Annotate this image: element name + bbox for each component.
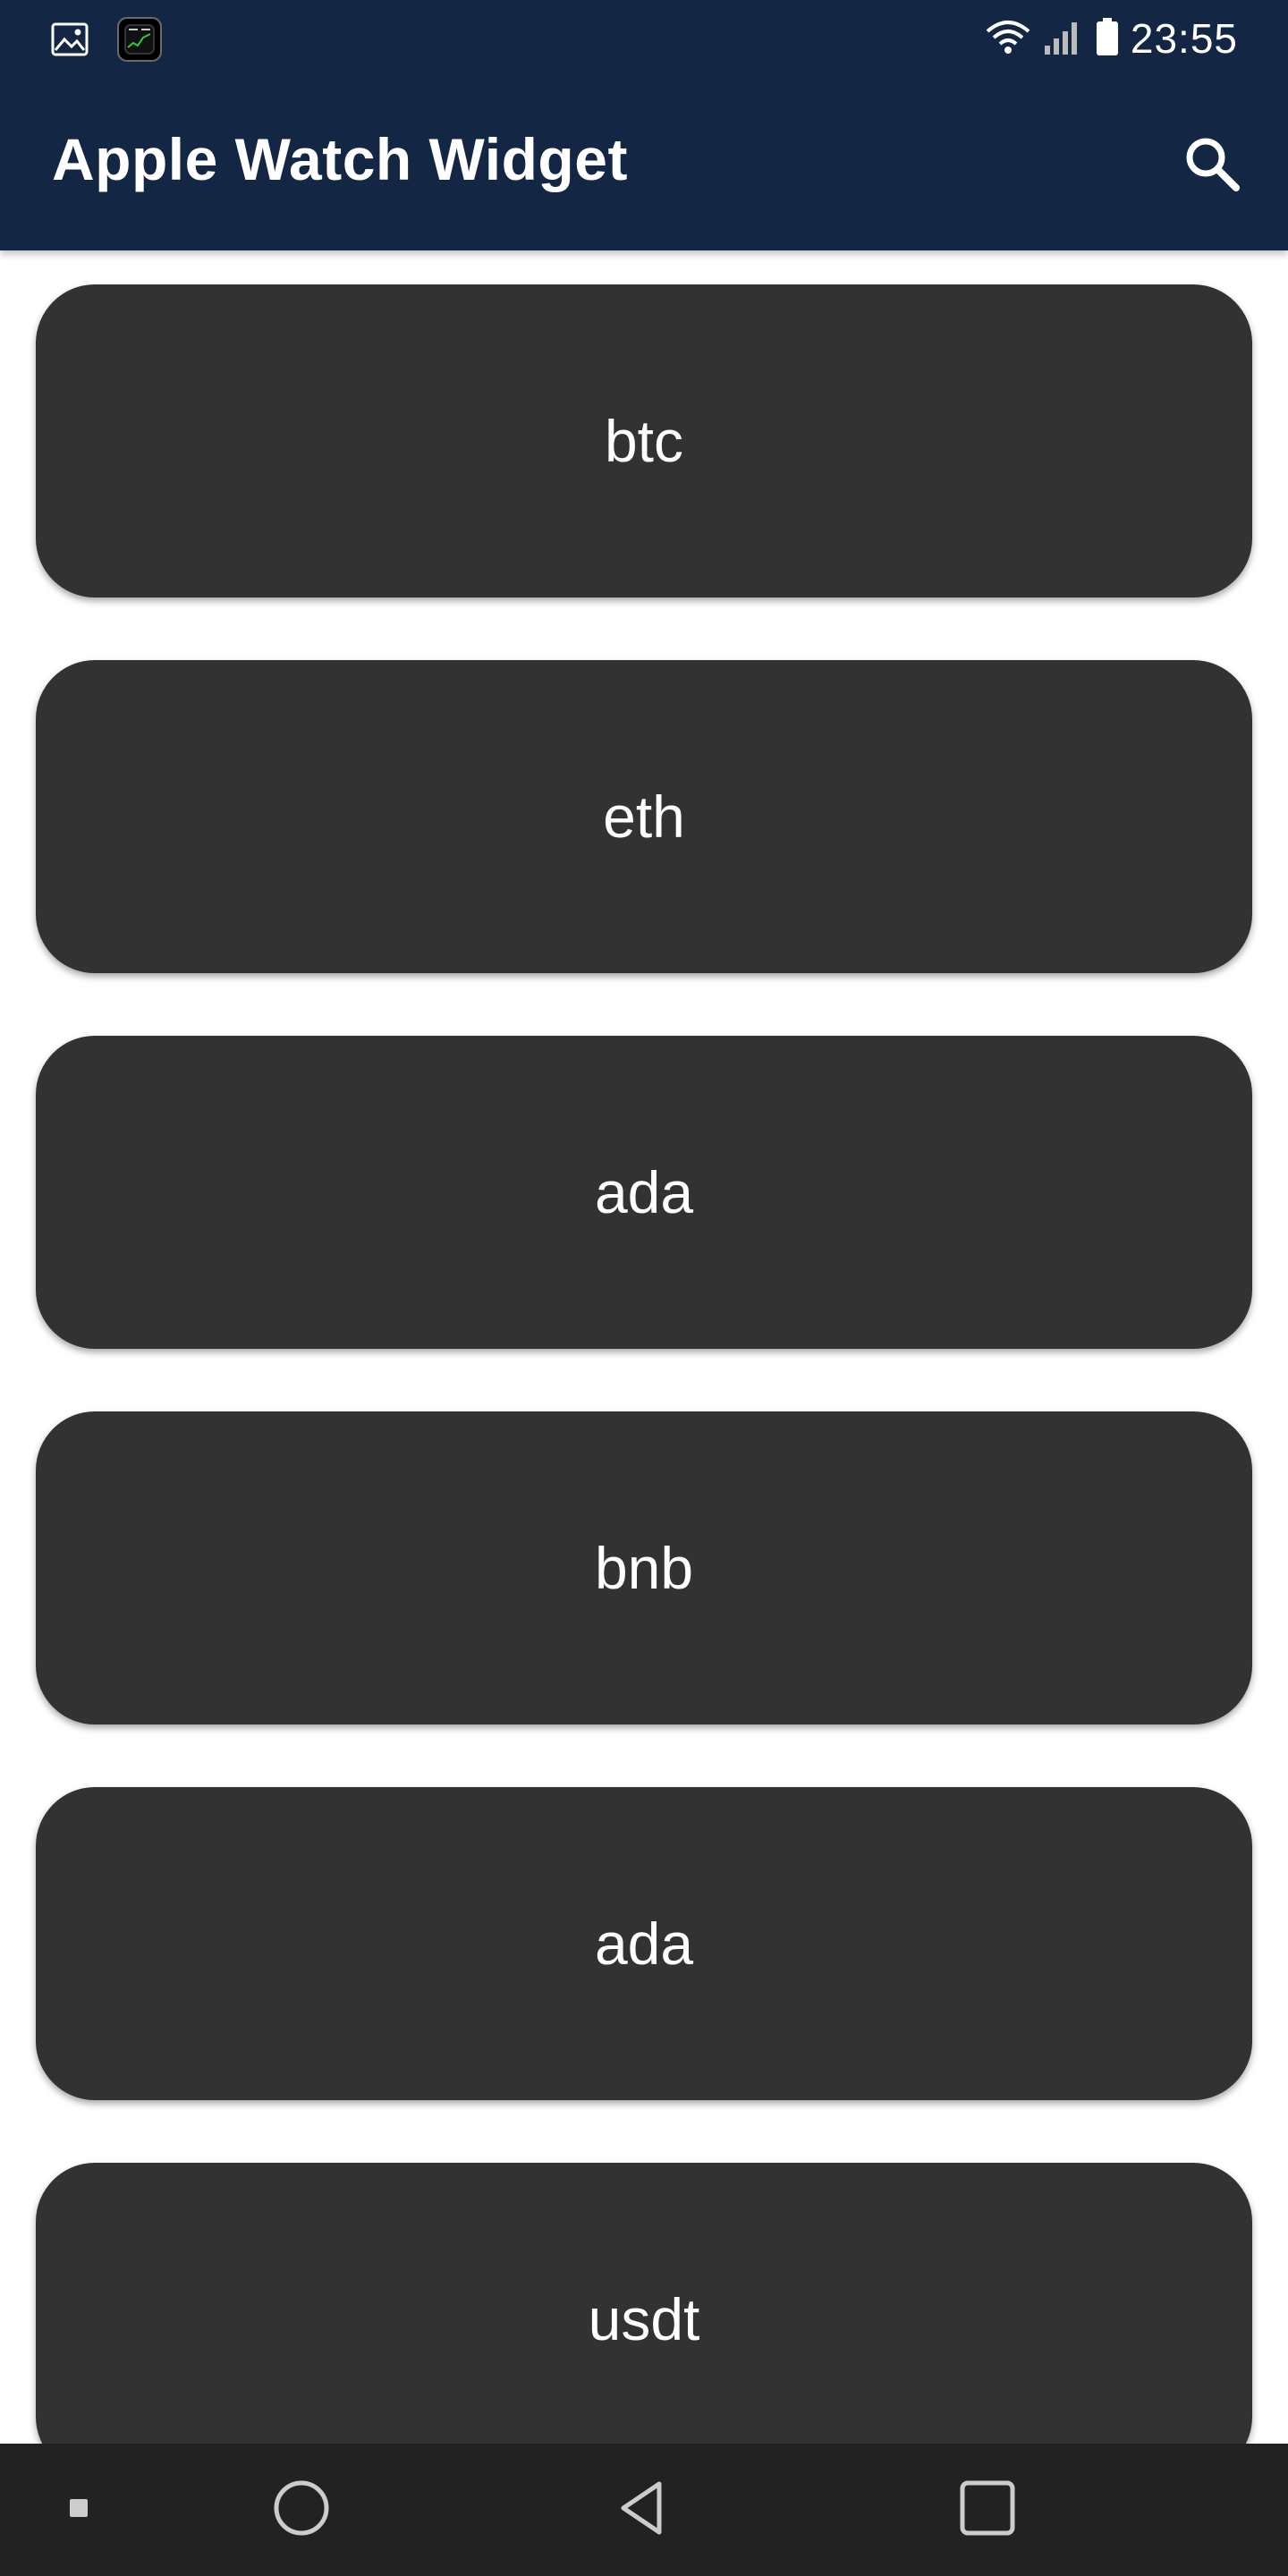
coin-list[interactable]: btc eth ada bnb ada usdt [0, 250, 1288, 2444]
search-icon [1182, 134, 1241, 198]
home-button[interactable] [257, 2465, 346, 2555]
coin-card-ada[interactable]: ada [36, 1036, 1252, 1349]
page-title: Apple Watch Widget [52, 126, 628, 192]
signal-icon [1043, 17, 1084, 61]
wifi-icon [984, 17, 1032, 61]
app-bar: Apple Watch Widget [0, 80, 1288, 250]
square-dot-button[interactable] [34, 2465, 123, 2555]
coin-label: eth [603, 784, 685, 850]
recents-square-icon [958, 2479, 1017, 2542]
recents-button[interactable] [943, 2465, 1032, 2555]
system-nav-bar [0, 2444, 1288, 2576]
home-circle-icon [272, 2479, 331, 2542]
coin-card-usdt[interactable]: usdt [36, 2163, 1252, 2444]
coin-card-ada-2[interactable]: ada [36, 1787, 1252, 2100]
coin-card-bnb[interactable]: bnb [36, 1411, 1252, 1724]
status-right-icons: 23:55 [984, 14, 1238, 63]
battery-icon [1095, 16, 1120, 62]
coin-card-eth[interactable]: eth [36, 660, 1252, 973]
watch-app-icon [116, 16, 163, 67]
status-left-icons [50, 16, 163, 67]
back-triangle-icon [614, 2479, 674, 2542]
coin-label: ada [594, 1911, 694, 1977]
coin-label: usdt [588, 2286, 700, 2352]
square-dot-icon [68, 2497, 89, 2523]
back-button[interactable] [599, 2465, 689, 2555]
gallery-icon [50, 20, 89, 64]
coin-label: ada [594, 1159, 694, 1225]
coin-label: bnb [594, 1535, 694, 1601]
coin-label: btc [604, 408, 684, 474]
status-time: 23:55 [1130, 15, 1238, 62]
status-bar: 23:55 [0, 0, 1288, 80]
coin-card-btc[interactable]: btc [36, 284, 1252, 597]
search-button[interactable] [1172, 125, 1252, 206]
